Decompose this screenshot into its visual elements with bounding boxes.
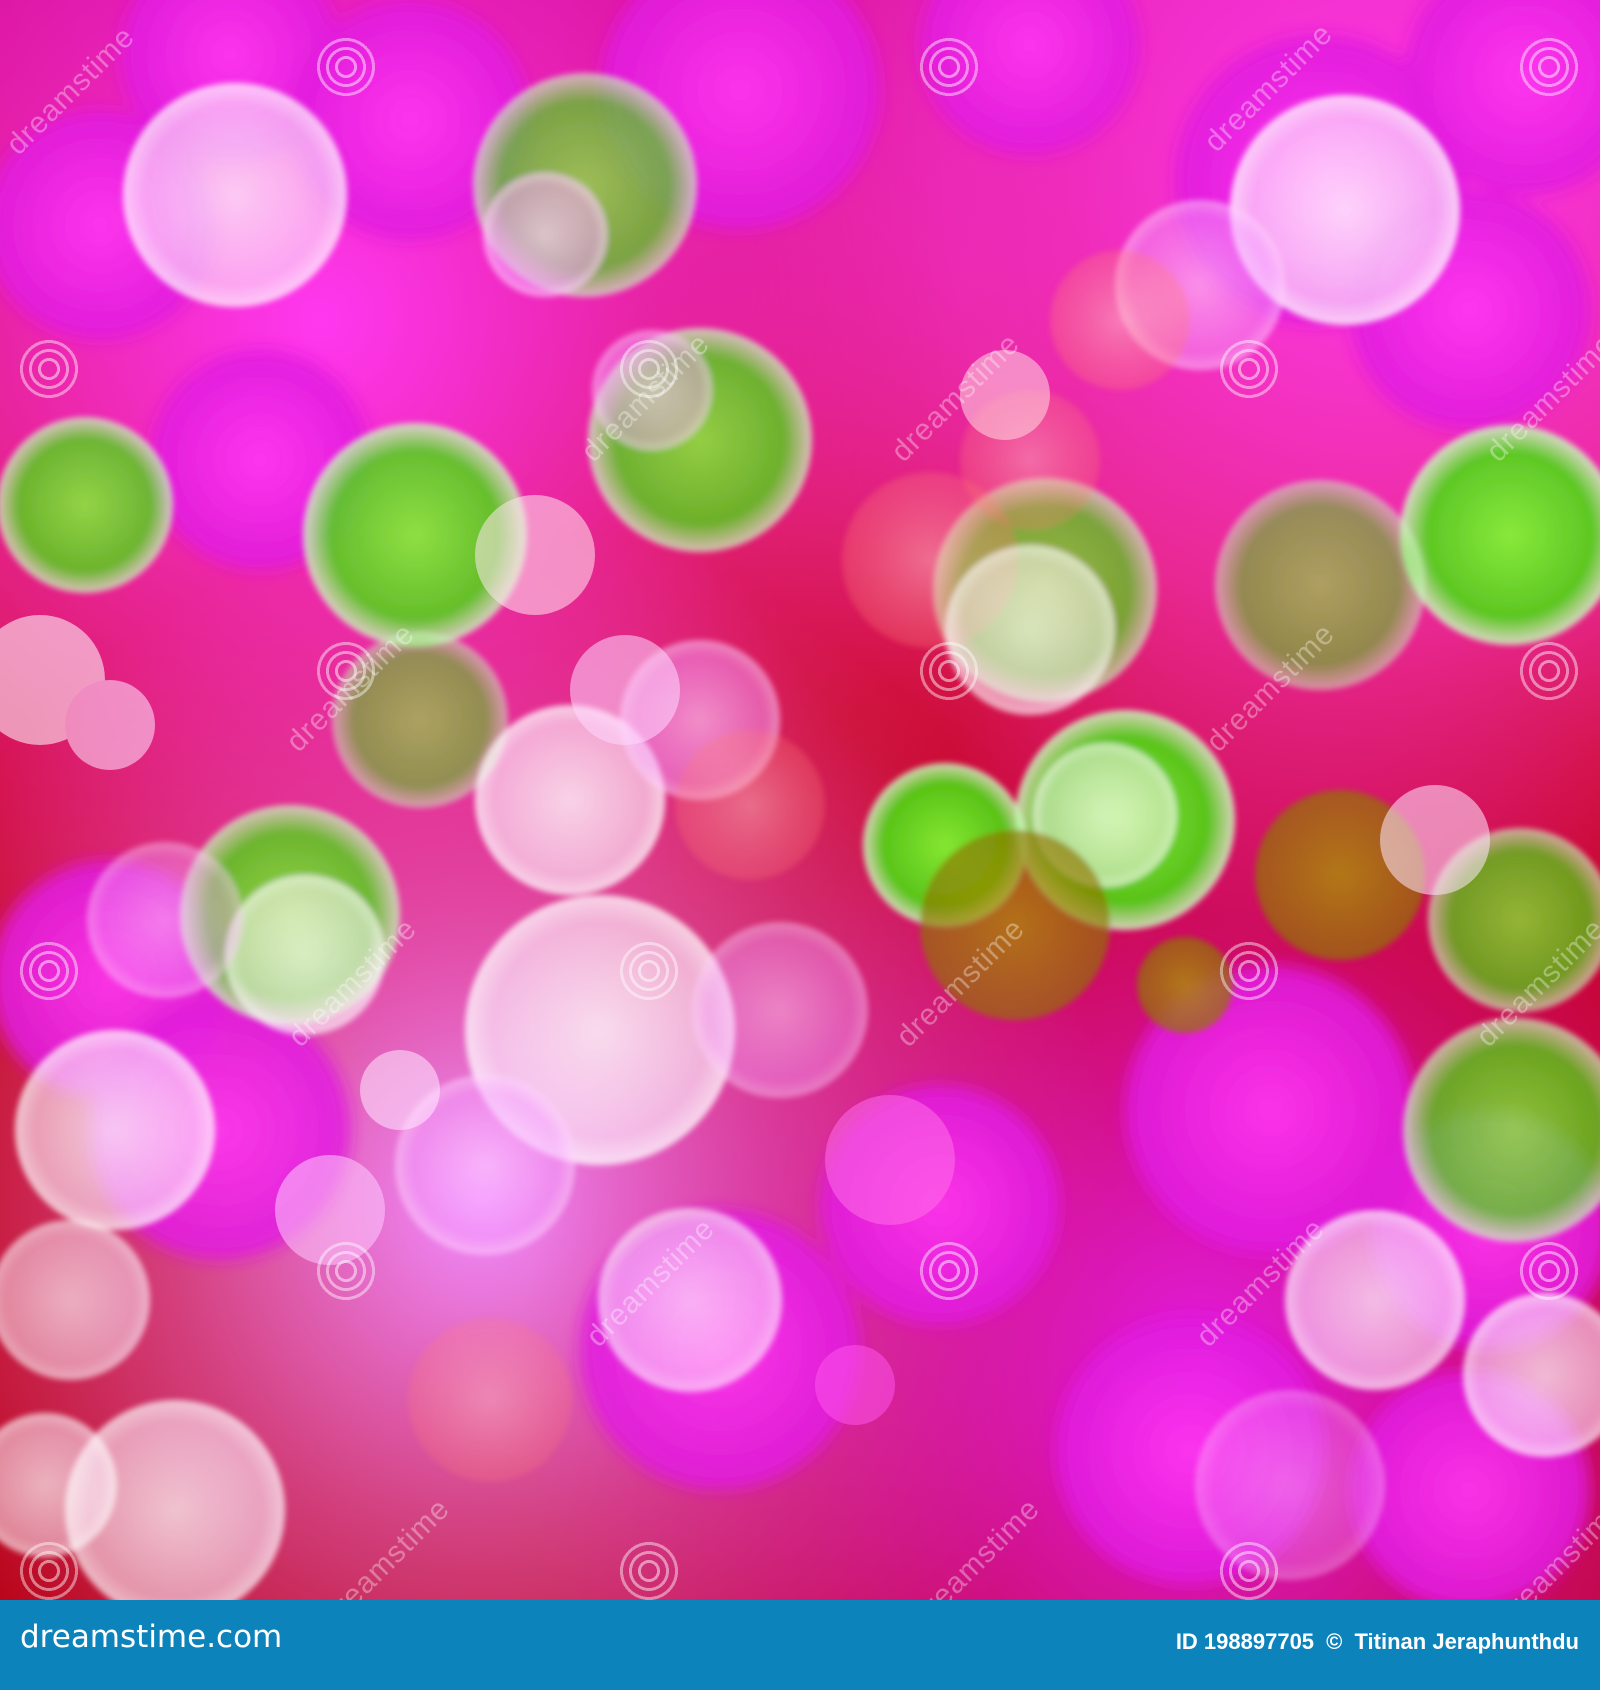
image-id: ID 198897705 [1175, 1629, 1315, 1654]
site-logo: dreamstime.com [20, 1619, 283, 1655]
bokeh-background [0, 0, 1600, 1600]
copyright-symbol: © [1326, 1629, 1343, 1654]
image-credit: ID 198897705 © Titinan Jeraphunthdu [1176, 1631, 1579, 1653]
author-name: Titinan Jeraphunthdu [1354, 1629, 1579, 1654]
bokeh-photo: dreamstime dreamstime dreamstime dreamst… [0, 0, 1600, 1600]
stock-credit-bar: dreamstime.com ID 198897705 © Titinan Je… [0, 1600, 1600, 1690]
stock-image-frame: dreamstime dreamstime dreamstime dreamst… [0, 0, 1600, 1690]
